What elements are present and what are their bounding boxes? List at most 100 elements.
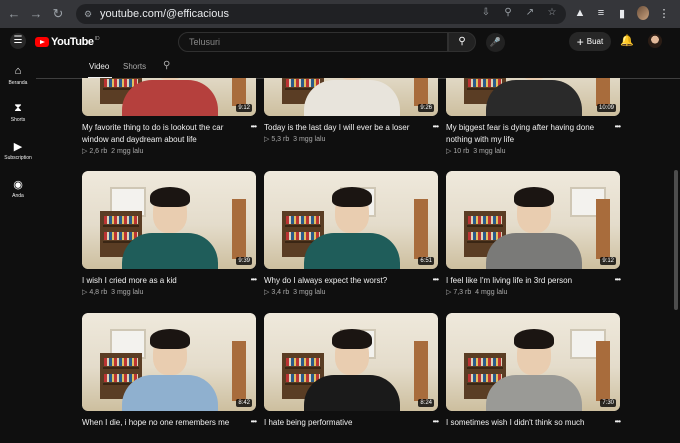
video-duration: 8:42: [236, 399, 252, 407]
upload-age: 3 mgg lalu: [293, 136, 326, 143]
sidebar-item-label: Beranda: [8, 80, 28, 86]
more-actions-icon[interactable]: •••: [433, 122, 439, 131]
share-icon[interactable]: ↗: [524, 7, 536, 18]
video-thumbnail[interactable]: 9:26: [264, 78, 438, 116]
video-thumbnail[interactable]: 9:12: [446, 171, 620, 269]
view-count: 4,8 rb: [89, 289, 108, 296]
address-bar[interactable]: ⚙ youtube.com/@efficacious ⇩ ⚲ ↗ ☆: [76, 4, 566, 24]
browser-menu-icon[interactable]: ⋮: [658, 7, 670, 20]
youtube-logo[interactable]: YouTube ID: [35, 36, 100, 48]
more-actions-icon[interactable]: •••: [615, 275, 621, 284]
video-card[interactable]: 9:26 Today is the last day I will ever be…: [264, 78, 439, 156]
video-title[interactable]: I hate being performative: [264, 417, 424, 429]
video-thumbnail[interactable]: 7:30: [446, 313, 620, 411]
site-info-icon[interactable]: ⚙: [84, 9, 96, 20]
sidebar-item-label: Subscription: [4, 155, 32, 161]
video-title[interactable]: Why do I always expect the worst?: [264, 275, 424, 287]
address-bar-url: youtube.com/@efficacious: [100, 8, 229, 20]
video-duration: 9:39: [236, 257, 252, 265]
upload-age: 3 mgg lalu: [293, 289, 326, 296]
video-metadata: ▷ 3,4 rb 3 mgg lalu: [264, 288, 325, 296]
media-control-icon[interactable]: ≡: [595, 7, 607, 19]
bookmark-star-icon[interactable]: ☆: [546, 7, 558, 18]
youtube-logo-text: YouTube: [51, 36, 94, 48]
search-button[interactable]: ⚲: [448, 32, 476, 52]
video-metadata: ▷ 7,3 rb 4 mgg lalu: [446, 288, 507, 296]
views-icon: ▷: [82, 289, 88, 296]
video-card[interactable]: 7:30 I sometimes wish I didn't think so m…: [446, 313, 621, 443]
video-card[interactable]: 8:24 I hate being performative •••: [264, 313, 439, 443]
you-icon: ◉: [13, 179, 23, 191]
video-card[interactable]: 9:12 My favorite thing to do is lookout t…: [82, 78, 257, 156]
more-actions-icon[interactable]: •••: [251, 122, 257, 131]
more-actions-icon[interactable]: •••: [615, 417, 621, 426]
video-title[interactable]: My favorite thing to do is lookout the c…: [82, 122, 242, 146]
notifications-bell-icon[interactable]: 🔔: [620, 34, 634, 47]
views-icon: ▷: [82, 148, 88, 155]
sidebar-item-shorts[interactable]: ⧗ Shorts: [0, 102, 36, 123]
sidebar-item-label: Shorts: [10, 117, 26, 123]
install-icon[interactable]: ⇩: [480, 7, 492, 18]
channel-search-icon[interactable]: ⚲: [163, 60, 170, 71]
tab-videos[interactable]: Video: [89, 62, 109, 71]
more-actions-icon[interactable]: •••: [433, 417, 439, 426]
video-metadata: ▷ 4,8 rb 3 mgg lalu: [82, 288, 143, 296]
channel-tabs: Video Shorts ⚲: [36, 56, 680, 79]
reload-icon[interactable]: ↻: [50, 6, 66, 22]
video-title[interactable]: When I die, i hope no one remembers me: [82, 417, 242, 429]
forward-icon[interactable]: →: [28, 6, 44, 22]
hamburger-menu-icon[interactable]: ☰: [10, 33, 26, 49]
video-card[interactable]: 8:42 When I die, i hope no one remembers …: [82, 313, 257, 443]
search-placeholder: Telusuri: [189, 37, 221, 47]
views-icon: ▷: [446, 289, 452, 296]
tab-shorts[interactable]: Shorts: [123, 62, 146, 71]
video-title[interactable]: My biggest fear is dying after having do…: [446, 122, 606, 146]
video-thumbnail[interactable]: 6:51: [264, 171, 438, 269]
video-title[interactable]: I feel like I'm living life in 3rd perso…: [446, 275, 606, 287]
more-actions-icon[interactable]: •••: [433, 275, 439, 284]
browser-toolbar: ← → ↻ ⚙ youtube.com/@efficacious ⇩ ⚲ ↗ ☆…: [0, 0, 680, 28]
video-card[interactable]: 10:09 My biggest fear is dying after havi…: [446, 78, 621, 156]
video-title[interactable]: I wish I cried more as a kid: [82, 275, 242, 287]
video-thumbnail[interactable]: 9:39: [82, 171, 256, 269]
video-title[interactable]: Today is the last day I will ever be a l…: [264, 122, 424, 134]
more-actions-icon[interactable]: •••: [615, 122, 621, 131]
subscriptions-icon: ▶: [13, 141, 23, 153]
video-duration: 7:30: [600, 399, 616, 407]
zoom-icon[interactable]: ⚲: [502, 7, 514, 18]
microphone-icon: 🎤: [489, 37, 502, 47]
video-card[interactable]: 9:39 I wish I cried more as a kid ••• ▷ 4,8…: [82, 171, 257, 301]
video-duration: 8:24: [418, 399, 434, 407]
browser-profile-avatar[interactable]: [637, 6, 649, 20]
video-duration: 9:12: [236, 104, 252, 112]
sidebar-item-subscriptions[interactable]: ▶ Subscription: [0, 140, 36, 161]
sidebar-item-home[interactable]: ⌂ Beranda: [0, 65, 36, 86]
video-thumbnail[interactable]: 9:12: [82, 78, 256, 116]
video-thumbnail[interactable]: 8:24: [264, 313, 438, 411]
upload-age: 2 mgg lalu: [111, 148, 144, 155]
view-count: 5,3 rb: [271, 136, 290, 143]
video-card[interactable]: 6:51 Why do I always expect the worst? •••…: [264, 171, 439, 301]
video-card[interactable]: 9:12 I feel like I'm living life in 3rd p…: [446, 171, 621, 301]
scrollbar-thumb[interactable]: [674, 170, 678, 310]
more-actions-icon[interactable]: •••: [251, 417, 257, 426]
search-input[interactable]: Telusuri: [178, 32, 448, 52]
voice-search-button[interactable]: 🎤: [486, 33, 505, 52]
account-avatar[interactable]: [648, 34, 662, 48]
page-scrollbar[interactable]: [672, 80, 680, 428]
video-thumbnail[interactable]: 10:09: [446, 78, 620, 116]
video-title[interactable]: I sometimes wish I didn't think so much: [446, 417, 606, 429]
create-button[interactable]: + Buat: [569, 32, 611, 51]
video-metadata: ▷ 2,6 rb 2 mgg lalu: [82, 147, 143, 155]
upload-age: 3 mgg lalu: [473, 148, 506, 155]
sidebar-item-you[interactable]: ◉ Anda: [0, 178, 36, 199]
youtube-header: ☰ YouTube ID Telusuri ⚲ 🎤 + Buat 🔔: [0, 28, 680, 56]
video-duration: 10:09: [596, 104, 616, 112]
extension-icon[interactable]: ▲: [574, 7, 586, 19]
view-count: 10 rb: [453, 148, 470, 155]
more-actions-icon[interactable]: •••: [251, 275, 257, 284]
back-icon[interactable]: ←: [6, 6, 22, 22]
video-thumbnail[interactable]: 8:42: [82, 313, 256, 411]
video-metadata: ▷ 5,3 rb 3 mgg lalu: [264, 135, 325, 143]
side-panel-icon[interactable]: ▮: [616, 7, 628, 20]
